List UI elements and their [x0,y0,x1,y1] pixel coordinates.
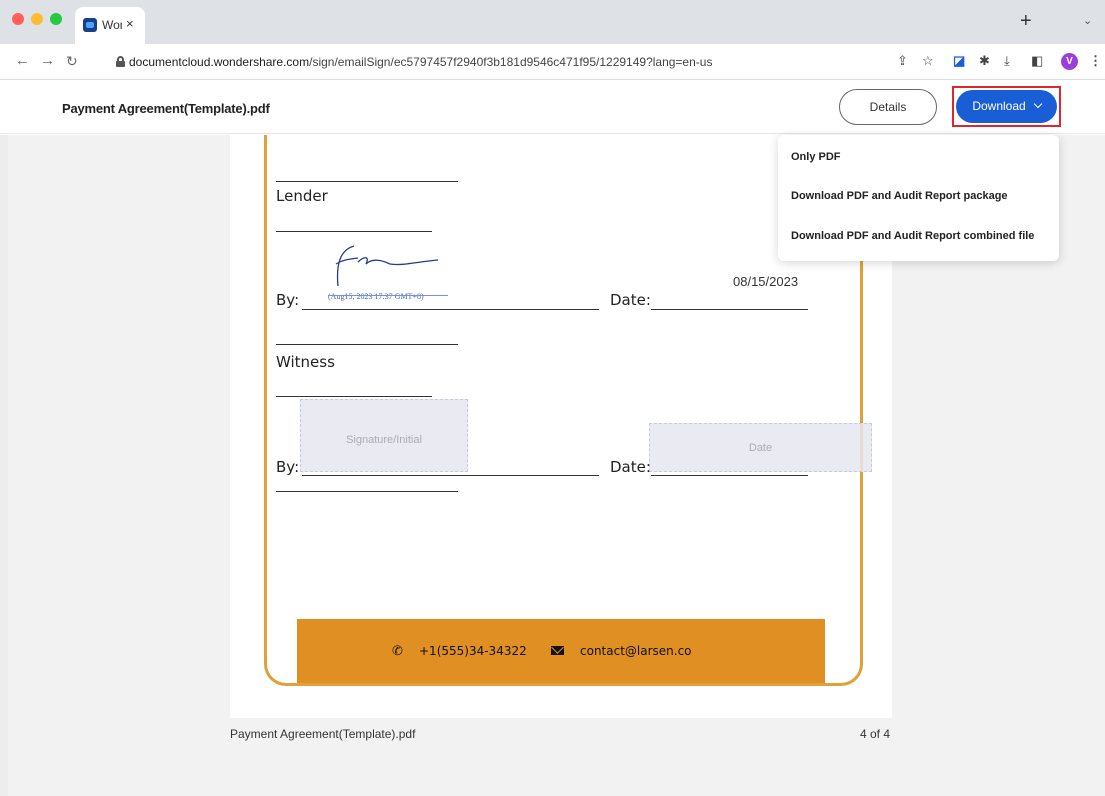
underline [276,491,458,492]
by-line [302,475,599,476]
back-icon[interactable]: ← [15,53,30,69]
document-title: Payment Agreement(Template).pdf [62,101,270,116]
page-indicator: 4 of 4 [860,727,891,741]
new-tab-button[interactable]: + [1020,11,1032,31]
date-line [651,309,808,310]
email-address: contact@larsen.co [580,644,692,658]
date-label-lender: Date: [610,291,651,309]
tab-search-icon[interactable]: ⌄ [1083,14,1092,27]
tab-title: Won [102,18,122,32]
browser-tab[interactable]: Won × [75,7,145,44]
details-button[interactable]: Details [839,89,937,125]
menu-item-audit-combined[interactable]: Download PDF and Audit Report combined f… [791,230,1034,242]
browser-tab-strip: Won × + ⌄ [0,0,1105,44]
download-dropdown-menu: Only PDF Download PDF and Audit Report p… [778,135,1059,261]
signature-timestamp: (Aug15, 2023 17:37 GMT+8) [328,292,424,301]
profile-avatar[interactable]: V [1061,53,1078,70]
app-header: Payment Agreement(Template).pdf Details … [0,80,1105,134]
mail-icon [551,646,564,655]
stamp-underline [328,295,448,296]
share-icon[interactable]: ⇪ [897,53,908,68]
sidepanel-icon[interactable]: ◧ [1031,53,1043,68]
address-bar[interactable]: documentcloud.wondershare.com/sign/email… [100,49,980,76]
reload-icon[interactable]: ↻ [66,53,78,69]
phone-number: +1(555)34-34322 [419,644,527,658]
witness-label: Witness [276,353,335,371]
phone-icon: ✆ [392,643,403,658]
page-file-name: Payment Agreement(Template).pdf [230,727,416,741]
star-icon[interactable]: ☆ [922,53,934,68]
download-button-label: Download [972,99,1026,113]
chevron-down-icon [1033,99,1042,109]
menu-item-audit-package[interactable]: Download PDF and Audit Report package [791,190,1008,202]
by-label-witness: By: [276,458,300,476]
url-text[interactable]: documentcloud.wondershare.com/sign/email… [129,55,712,69]
date-field[interactable]: Date [649,423,872,472]
underline [276,344,458,345]
signature-field[interactable]: Signature/Initial [300,399,468,472]
handwritten-signature [335,245,439,287]
tab-close-icon[interactable]: × [126,16,134,31]
puzzle-icon[interactable]: ✱ [979,53,990,68]
underline [276,231,432,232]
download-icon[interactable]: ⤓ [1004,53,1010,68]
close-window-button[interactable] [12,13,24,25]
by-label-lender: By: [276,291,300,309]
date-label-witness: Date: [610,458,651,476]
underline [276,396,432,397]
maximize-window-button[interactable] [50,13,62,25]
download-button[interactable]: Download [956,90,1057,123]
lender-label: Lender [276,187,328,205]
wondershare-favicon-icon [83,18,97,32]
signature-line [276,181,458,182]
kebab-menu-icon[interactable]: ⋮ [1089,53,1102,68]
extension-icon[interactable]: ◪ [953,53,965,68]
menu-item-only-pdf[interactable]: Only PDF [791,151,841,163]
signed-date-value: 08/15/2023 [733,274,799,289]
date-line [651,475,808,476]
lock-icon[interactable] [116,56,125,67]
browser-toolbar: ← → ↻ documentcloud.wondershare.com/sign… [0,44,1105,80]
forward-icon[interactable]: → [40,53,55,69]
by-line [302,309,599,310]
minimize-window-button[interactable] [31,13,43,25]
